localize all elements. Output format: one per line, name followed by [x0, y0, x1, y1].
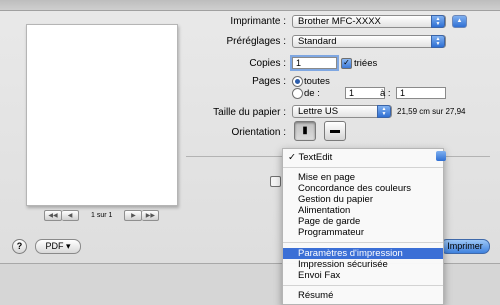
copies-field[interactable]: 1 — [292, 57, 337, 69]
menu-separator — [283, 242, 443, 243]
menu-item-textedit[interactable]: ✓ TextEdit — [283, 152, 443, 163]
menu-separator — [283, 285, 443, 286]
menu-item-parametres-impression[interactable]: Paramètres d'impression — [283, 248, 443, 259]
pages-from-field[interactable]: 1 — [345, 87, 385, 99]
pages-all-label: toutes — [304, 76, 330, 87]
menu-item-concordance-couleurs[interactable]: Concordance des couleurs — [283, 183, 443, 194]
pdf-menu-button[interactable]: PDF ▾ — [35, 239, 81, 254]
options-checkbox[interactable] — [270, 176, 281, 187]
collate-checkbox[interactable]: ✓ — [341, 58, 352, 69]
menu-item-page-de-garde[interactable]: Page de garde — [283, 216, 443, 227]
section-divider-left — [186, 156, 284, 157]
orientation-label: Orientation : — [231, 127, 286, 138]
page-count-label: 1 sur 1 — [91, 212, 113, 219]
menu-item-impression-securisee[interactable]: Impression sécurisée — [283, 259, 443, 270]
paper-size-value: Lettre US — [298, 106, 339, 117]
pages-range-radio[interactable] — [292, 88, 303, 99]
printer-popup[interactable]: Brother MFC-XXXX ▲ ▼ — [292, 15, 446, 28]
pages-to-field[interactable]: 1 — [396, 87, 446, 99]
menu-separator — [283, 167, 443, 168]
portrait-icon: ▮ — [302, 125, 308, 136]
presets-value: Standard — [298, 36, 337, 47]
pages-label: Pages : — [252, 76, 286, 87]
preview-pager: ◀◀ ◀ 1 sur 1 ▶ ▶▶ — [44, 210, 160, 221]
pages-from-label: de : — [304, 88, 320, 99]
collate-label: triées — [354, 58, 378, 69]
pages-to-label: à : — [380, 88, 391, 99]
window-title-strip — [0, 0, 500, 11]
printer-label: Imprimante : — [230, 16, 286, 27]
print-options-menu: ✓ TextEdit Mise en page Concordance des … — [282, 148, 444, 305]
help-button[interactable]: ? — [12, 239, 27, 254]
copies-label: Copies : — [249, 58, 286, 69]
menu-item-resume[interactable]: Résumé — [283, 290, 443, 301]
next-page-button[interactable]: ▶ — [124, 210, 143, 221]
popup-arrows-icon: ▲ ▼ — [431, 35, 445, 48]
portrait-orientation-button[interactable]: ▮ — [294, 121, 316, 141]
menu-item-mise-en-page[interactable]: Mise en page — [283, 172, 443, 183]
section-divider-right — [444, 156, 490, 157]
menu-item-alimentation[interactable]: Alimentation — [283, 205, 443, 216]
presets-label: Préréglages : — [226, 36, 286, 47]
paper-size-label: Taille du papier : — [213, 107, 286, 118]
disclosure-triangle-button[interactable]: ▲ — [452, 15, 467, 28]
pages-all-radio[interactable] — [292, 76, 303, 87]
menu-item-programmateur[interactable]: Programmateur — [283, 227, 443, 238]
landscape-icon: ▬ — [330, 125, 340, 136]
menu-popup-arrows-icon — [436, 151, 446, 161]
print-preview-page — [26, 24, 178, 206]
printer-value: Brother MFC-XXXX — [298, 16, 381, 27]
landscape-orientation-button[interactable]: ▬ — [324, 121, 346, 141]
menu-item-gestion-papier[interactable]: Gestion du papier — [283, 194, 443, 205]
first-page-button[interactable]: ◀◀ — [44, 210, 62, 221]
popup-arrows-icon: ▲ ▼ — [431, 15, 445, 28]
paper-size-popup[interactable]: Lettre US ▲ ▼ — [292, 105, 392, 118]
popup-arrows-icon: ▲ ▼ — [377, 105, 391, 118]
menu-item-envoi-fax[interactable]: Envoi Fax — [283, 270, 443, 281]
print-button[interactable]: Imprimer — [440, 239, 490, 254]
paper-dimensions: 21,59 cm sur 27,94 — [397, 107, 466, 116]
previous-page-button[interactable]: ◀ — [62, 210, 79, 221]
presets-popup[interactable]: Standard ▲ ▼ — [292, 35, 446, 48]
last-page-button[interactable]: ▶▶ — [142, 210, 160, 221]
